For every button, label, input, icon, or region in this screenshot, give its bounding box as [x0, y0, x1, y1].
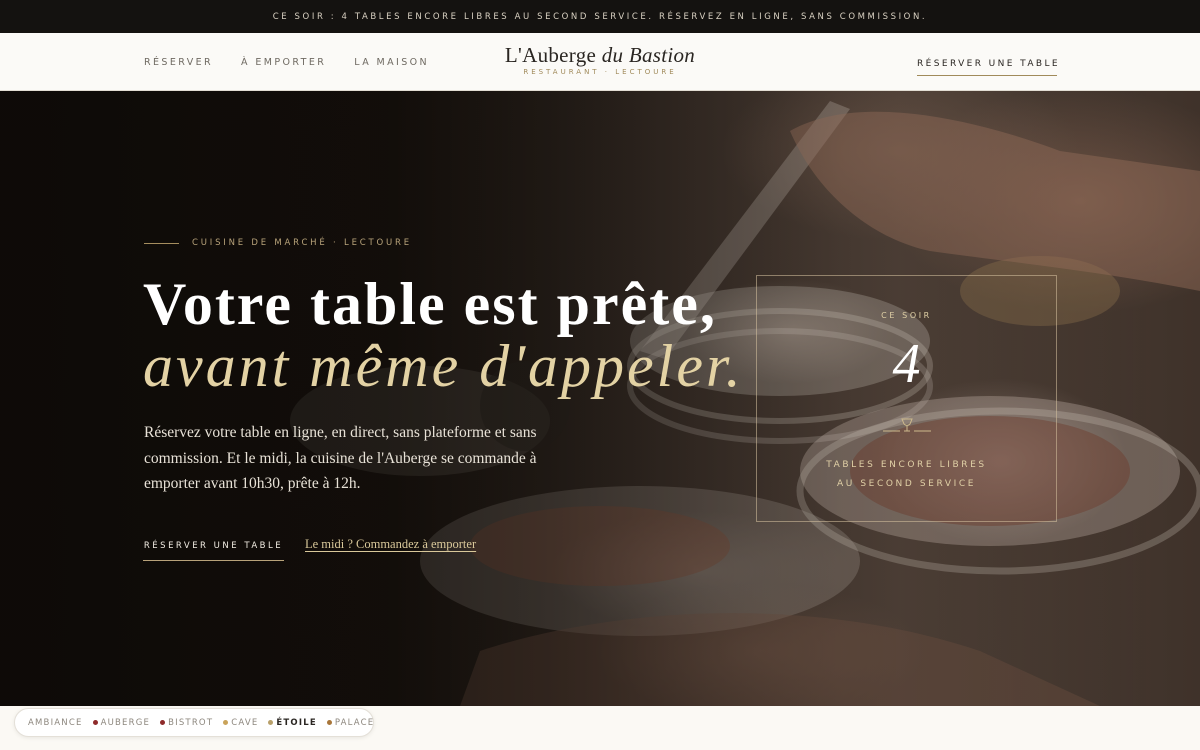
ambiance-label: AMBIANCE: [28, 717, 83, 728]
ambiance-option-palace[interactable]: PALACE: [326, 717, 375, 728]
color-dot-icon: [268, 720, 274, 725]
site-logo[interactable]: L'Auberge du Bastion RESTAURANT · LECTOU…: [480, 42, 720, 76]
eyebrow-text: CUISINE DE MARCHÉ · LECTOURE: [192, 238, 412, 248]
hero-title: Votre table est prête,: [143, 271, 717, 337]
color-dot-icon: [326, 720, 332, 725]
hero-eyebrow: CUISINE DE MARCHÉ · LECTOURE: [144, 238, 412, 248]
wine-glass-icon: [883, 418, 931, 432]
color-dot-icon: [223, 720, 229, 725]
announcement-text: CE SOIR : 4 TABLES ENCORE LIBRES AU SECO…: [272, 11, 928, 22]
hero-reserve-button[interactable]: RÉSERVER UNE TABLE: [143, 531, 284, 561]
main-nav: RÉSERVER À EMPORTER LA MAISON: [144, 33, 429, 91]
ambiance-option-auberge[interactable]: AUBERGE: [92, 717, 151, 728]
tonight-line2: AU SECOND SERVICE: [836, 479, 977, 489]
ambiance-option-label: ÉTOILE: [276, 717, 317, 728]
hero-description: Réservez votre table en ligne, en direct…: [144, 424, 537, 492]
logo-name-italic: du Bastion: [601, 43, 696, 67]
site-header: RÉSERVER À EMPORTER LA MAISON L'Auberge …: [0, 33, 1200, 91]
nav-a-emporter[interactable]: À EMPORTER: [241, 57, 326, 68]
ambiance-option-label: BISTROT: [168, 717, 214, 728]
color-dot-icon: [160, 720, 166, 725]
tonight-availability-card: CE SOIR 4 TABLES ENCORE LIBRES AU SECOND…: [756, 275, 1057, 522]
ambiance-option-bistrot[interactable]: BISTROT: [160, 718, 213, 728]
nav-la-maison[interactable]: LA MAISON: [354, 57, 429, 68]
ambiance-switcher: AMBIANCE AUBERGE BISTROT CAVE ÉTOILE PAL…: [14, 708, 374, 737]
ambiance-option-etoile[interactable]: ÉTOILE: [268, 718, 316, 728]
ambiance-option-cave[interactable]: CAVE: [223, 718, 258, 728]
announcement-bar: CE SOIR : 4 TABLES ENCORE LIBRES AU SECO…: [0, 0, 1200, 33]
header-reserve-button[interactable]: RÉSERVER UNE TABLE: [917, 52, 1058, 76]
color-dot-icon: [92, 720, 98, 725]
eyebrow-rule: [144, 242, 179, 244]
tables-count: 4: [892, 333, 921, 395]
logo-name: L'Auberge: [504, 43, 597, 67]
ambiance-option-label: CAVE: [231, 717, 259, 728]
takeaway-link[interactable]: Le midi ? Commandez à emporter: [305, 537, 476, 552]
tonight-label: CE SOIR: [881, 311, 932, 320]
hero-section: CUISINE DE MARCHÉ · LECTOURE Votre table…: [0, 91, 1200, 706]
nav-reserver[interactable]: RÉSERVER: [144, 57, 213, 68]
tonight-text: TABLES ENCORE LIBRES AU SECOND SERVICE: [757, 456, 1056, 494]
ambiance-option-label: AUBERGE: [100, 717, 151, 728]
hero-title-italic: avant même d'appeler.: [143, 333, 744, 399]
ambiance-option-label: PALACE: [334, 717, 375, 728]
logo-tagline: RESTAURANT · LECTOURE: [523, 68, 677, 76]
logo-wordmark: L'Auberge du Bastion: [480, 42, 720, 68]
tonight-line1: TABLES ENCORE LIBRES: [826, 460, 987, 470]
